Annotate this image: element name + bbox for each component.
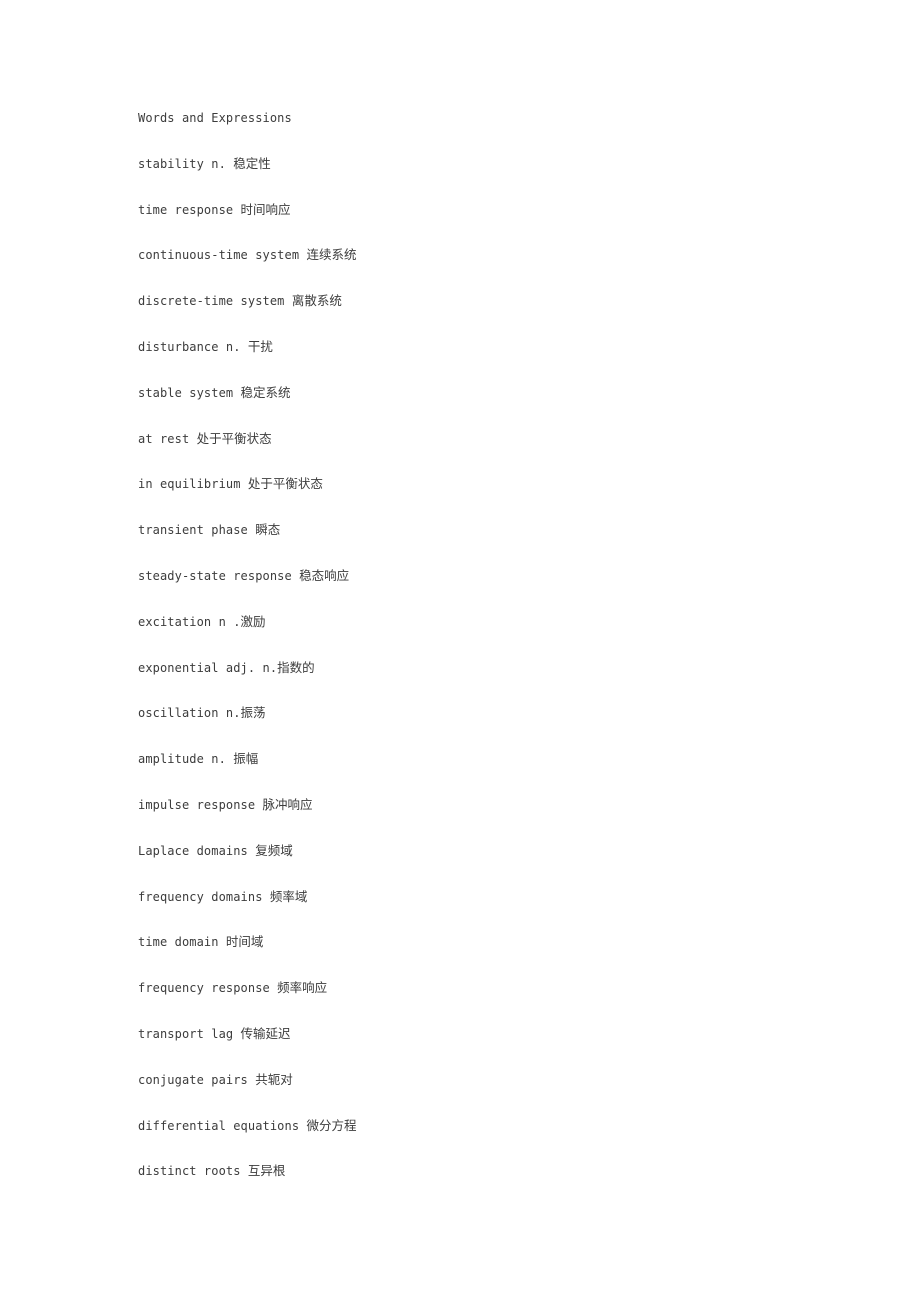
glossary-term: Laplace domains [138, 843, 256, 858]
glossary-gloss: 激励 [240, 613, 266, 629]
glossary-term: continuous-time system [138, 248, 307, 263]
glossary-term: steady-state response [138, 568, 300, 583]
glossary-entry: transient phase 瞬态 [138, 523, 838, 569]
glossary-term: transport lag [138, 1026, 241, 1041]
glossary-entry: frequency domains 频率域 [138, 888, 838, 936]
glossary-gloss: 连续系统 [306, 247, 357, 263]
glossary-gloss: 脉冲响应 [262, 796, 313, 812]
glossary-gloss: 时间响应 [240, 201, 291, 217]
glossary-term: transient phase [138, 523, 256, 538]
glossary-term: differential equations [138, 1118, 307, 1133]
glossary-gloss: 共轭对 [255, 1071, 293, 1087]
glossary-term: discrete-time system [138, 294, 292, 309]
glossary-term: frequency domains [138, 889, 270, 904]
glossary-entry: differential equations 微分方程 [138, 1117, 838, 1165]
glossary-list: Words and Expressions stability n. 稳定性 t… [138, 111, 838, 1210]
glossary-gloss: 微分方程 [306, 1117, 357, 1133]
glossary-gloss: 频率响应 [277, 980, 328, 996]
glossary-entry: transport lag 传输延迟 [138, 1025, 838, 1073]
glossary-term: amplitude n. [138, 752, 234, 767]
glossary-entry: conjugate pairs 共轭对 [138, 1071, 838, 1119]
glossary-gloss: 传输延迟 [240, 1025, 291, 1041]
glossary-term: stability n. [138, 156, 234, 171]
glossary-gloss: 频率域 [269, 888, 308, 904]
glossary-entry: time response 时间响应 [138, 201, 838, 249]
glossary-entry: distinct roots 互异根 [138, 1164, 838, 1210]
glossary-gloss: 稳态响应 [299, 567, 350, 583]
glossary-entry: Laplace domains 复频域 [138, 842, 838, 890]
section-heading: Words and Expressions [138, 111, 838, 157]
glossary-entry: oscillation n.振荡 [138, 706, 838, 752]
section-heading-text: Words and Expressions [138, 111, 292, 125]
glossary-term: time domain [138, 935, 226, 950]
glossary-entry: exponential adj. n.指数的 [138, 659, 838, 707]
glossary-entry: steady-state response 稳态响应 [138, 567, 838, 615]
glossary-term: frequency response [138, 981, 278, 996]
glossary-entry: discrete-time system 离散系统 [138, 294, 838, 340]
glossary-entry: stability n. 稳定性 [138, 155, 838, 203]
glossary-entry: excitation n .激励 [138, 613, 838, 661]
glossary-term: conjugate pairs [138, 1072, 256, 1087]
glossary-term: impulse response [138, 797, 263, 812]
glossary-term: excitation n . [138, 614, 241, 629]
glossary-term: exponential adj. n. [138, 660, 278, 675]
glossary-entry: in equilibrium 处于平衡状态 [138, 477, 838, 523]
glossary-entry: at rest 处于平衡状态 [138, 430, 838, 478]
glossary-term: time response [138, 202, 241, 217]
glossary-gloss: 稳定性 [233, 155, 271, 171]
glossary-gloss: 互异根 [247, 1163, 286, 1179]
glossary-entry: continuous-time system 连续系统 [138, 248, 838, 294]
glossary-gloss: 处于平衡状态 [196, 430, 272, 446]
glossary-entry: time domain 时间域 [138, 935, 838, 981]
glossary-entry: disturbance n. 干扰 [138, 338, 838, 386]
glossary-entry: stable system 稳定系统 [138, 384, 838, 432]
glossary-term: in equilibrium [138, 477, 248, 492]
document-page: Words and Expressions stability n. 稳定性 t… [0, 0, 920, 1302]
glossary-gloss: 时间域 [225, 934, 264, 950]
glossary-gloss: 瞬态 [255, 522, 281, 538]
glossary-gloss: 离散系统 [291, 293, 342, 309]
glossary-term: at rest [138, 431, 197, 446]
glossary-term: distinct roots [138, 1164, 248, 1179]
glossary-gloss: 指数的 [277, 659, 315, 675]
glossary-gloss: 复频域 [255, 842, 293, 858]
glossary-gloss: 振荡 [240, 705, 266, 721]
glossary-gloss: 处于平衡状态 [247, 476, 323, 492]
glossary-entry: frequency response 频率响应 [138, 981, 838, 1027]
glossary-term: disturbance n. [138, 339, 248, 354]
glossary-term: stable system [138, 385, 241, 400]
glossary-gloss: 振幅 [233, 751, 259, 767]
glossary-gloss: 干扰 [247, 338, 273, 354]
glossary-term: oscillation n. [138, 706, 241, 721]
glossary-gloss: 稳定系统 [240, 384, 291, 400]
glossary-entry: amplitude n. 振幅 [138, 752, 838, 798]
glossary-entry: impulse response 脉冲响应 [138, 796, 838, 844]
